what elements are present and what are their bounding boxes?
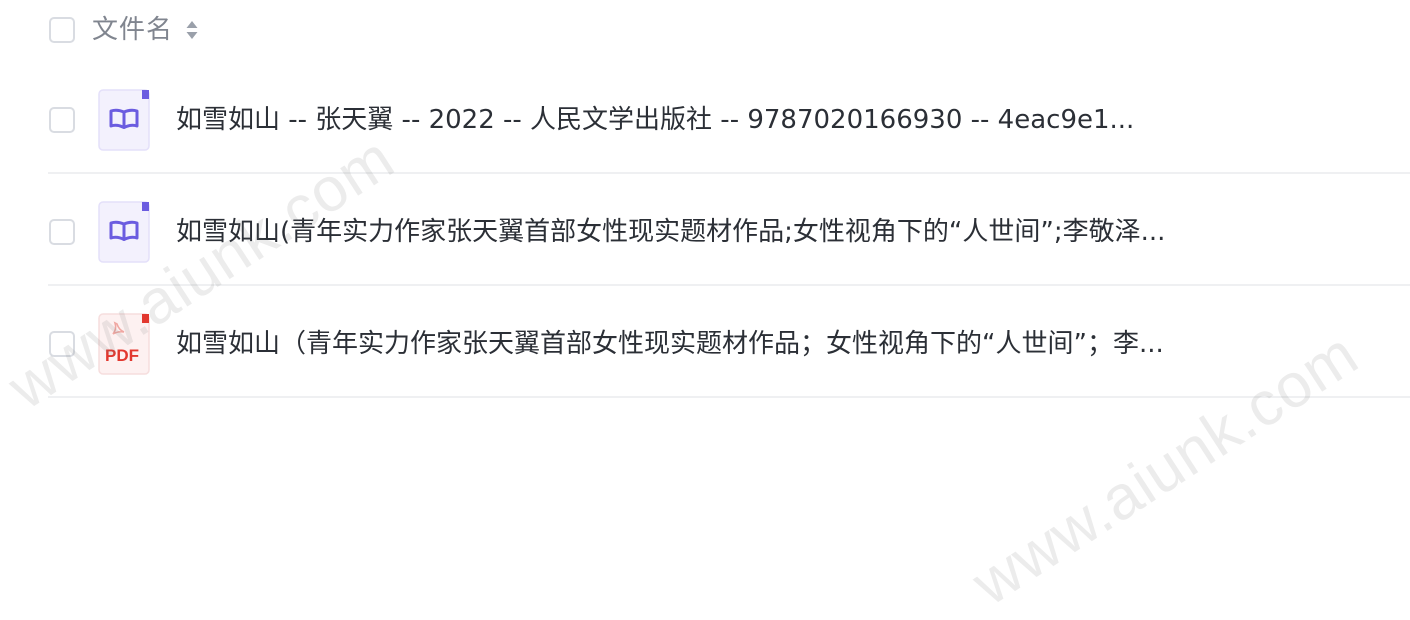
book-icon xyxy=(98,201,150,263)
file-name-link[interactable]: 如雪如山（青年实力作家张天翼首部女性现实题材作品；女性视角下的“人世间”；李..… xyxy=(176,324,1256,364)
file-name-link[interactable]: 如雪如山 -- 张天翼 -- 2022 -- 人民文学出版社 -- 978702… xyxy=(176,100,1256,140)
sort-icon[interactable] xyxy=(185,19,199,41)
row-checkbox[interactable] xyxy=(49,107,75,133)
file-row[interactable]: PDF 如雪如山（青年实力作家张天翼首部女性现实题材作品；女性视角下的“人世间”… xyxy=(48,286,1410,398)
book-icon xyxy=(98,89,150,151)
pdf-icon: PDF xyxy=(98,313,150,375)
file-name-link[interactable]: 如雪如山(青年实力作家张天翼首部女性现实题材作品;女性视角下的“人世间”;李敬泽… xyxy=(176,212,1256,252)
file-list-header: 文件名 xyxy=(48,0,1410,62)
file-row[interactable]: 如雪如山(青年实力作家张天翼首部女性现实题材作品;女性视角下的“人世间”;李敬泽… xyxy=(48,174,1410,286)
column-header-filename: 文件名 xyxy=(92,15,174,45)
select-all-checkbox[interactable] xyxy=(49,17,75,43)
row-checkbox[interactable] xyxy=(49,219,75,245)
file-list: 文件名 如雪如山 -- 张天翼 -- 2022 -- 人民文学出版社 -- 97… xyxy=(48,0,1410,398)
file-row[interactable]: 如雪如山 -- 张天翼 -- 2022 -- 人民文学出版社 -- 978702… xyxy=(48,62,1410,174)
pdf-badge-label: PDF xyxy=(105,346,139,365)
row-checkbox[interactable] xyxy=(49,331,75,357)
